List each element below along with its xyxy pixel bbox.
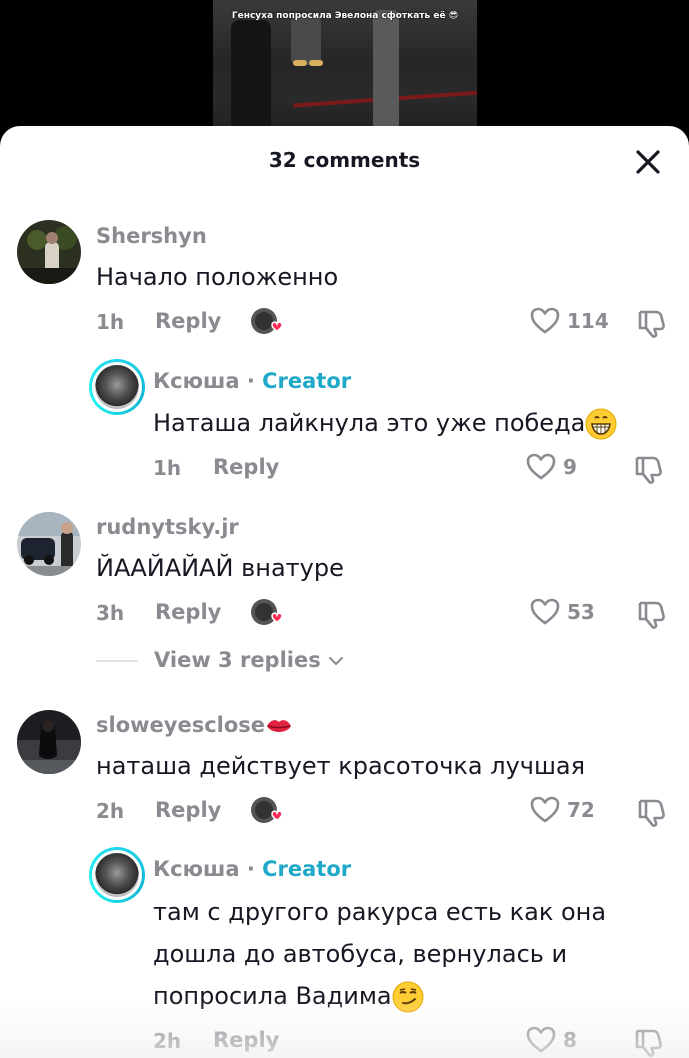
thumbs-down-icon (638, 601, 665, 629)
reply-time: 1h (153, 456, 182, 480)
comment-time: 2h (96, 799, 125, 823)
comment-username[interactable]: rudnytsky.jr (96, 515, 239, 539)
like-button[interactable]: 53 (529, 596, 609, 630)
comments-count-title: 32 comments (268, 148, 421, 172)
reply-username[interactable]: Ксюша (153, 857, 240, 881)
like-count: 9 (563, 455, 577, 479)
avatar[interactable] (17, 220, 81, 284)
divider (96, 660, 138, 662)
like-count: 114 (567, 309, 609, 333)
dislike-button[interactable] (636, 598, 668, 630)
comment-time: 1h (96, 310, 125, 334)
view-replies-label: View 3 replies (154, 648, 321, 672)
reply-time: 2h (153, 1029, 182, 1053)
avatar[interactable] (17, 512, 81, 576)
close-icon (636, 150, 660, 174)
separator: · (246, 369, 255, 393)
video-thumbnail[interactable] (213, 0, 477, 140)
like-button[interactable]: 9 (525, 451, 595, 485)
reply-text-line-3: попросила Вадима (153, 975, 424, 1017)
creator-label: Creator (262, 369, 352, 393)
separator: · (246, 857, 255, 881)
creator-liked-badge (250, 598, 286, 628)
like-button[interactable]: 72 (529, 794, 609, 828)
close-button[interactable] (632, 146, 664, 178)
dislike-button[interactable] (633, 1026, 665, 1058)
like-count: 53 (567, 600, 595, 624)
like-count: 72 (567, 798, 595, 822)
dislike-button[interactable] (636, 307, 668, 339)
reply-username-line: Ксюша · Creator (153, 857, 351, 881)
heart-outline-icon (526, 1026, 556, 1053)
thumbs-down-icon (638, 310, 665, 338)
creator-liked-badge (250, 307, 286, 337)
comment-time: 3h (96, 601, 125, 625)
reply-button[interactable]: Reply (155, 600, 221, 624)
heart-outline-icon (526, 453, 556, 480)
comment-username[interactable]: Shershyn (96, 224, 207, 248)
creator-avatar[interactable] (89, 847, 145, 903)
like-count: 8 (563, 1028, 577, 1052)
grinning-face-emoji (585, 408, 617, 440)
video-background: Генсуха попросила Эвелона сфоткать её 😎 (0, 0, 689, 140)
heart-outline-icon (530, 796, 560, 823)
reply-text-line-2: дошла до автобуса, вернулась и (153, 940, 568, 968)
reply-button[interactable]: Reply (213, 455, 279, 479)
like-button[interactable]: 8 (525, 1024, 595, 1058)
heart-outline-icon (530, 307, 560, 334)
comment-username[interactable]: sloweyesclose (96, 713, 265, 737)
reply-button[interactable]: Reply (155, 309, 221, 333)
thumbs-down-icon (635, 1029, 662, 1057)
reply-username[interactable]: Ксюша (153, 369, 240, 393)
dislike-button[interactable] (633, 453, 665, 485)
thumbs-down-icon (638, 799, 665, 827)
smirking-face-emoji (392, 981, 424, 1013)
thumbs-down-icon (635, 456, 662, 484)
reply-text: Наташа лайкнула это уже победа (153, 402, 617, 444)
creator-label: Creator (262, 857, 352, 881)
creator-liked-badge (250, 796, 286, 826)
like-button[interactable]: 114 (529, 305, 609, 339)
creator-avatar[interactable] (89, 359, 145, 415)
chevron-down-icon (329, 657, 344, 665)
heart-outline-icon (530, 598, 560, 625)
comment-text: Начало положенно (96, 263, 339, 291)
lips-emoji (267, 720, 292, 732)
reply-text-line-1: там с другого ракурса есть как она (153, 898, 607, 926)
comment-username-line: sloweyesclose (96, 713, 293, 737)
reply-button[interactable]: Reply (155, 798, 221, 822)
reply-button[interactable]: Reply (213, 1028, 279, 1052)
comments-header: 32 comments (0, 126, 689, 196)
video-caption: Генсуха попросила Эвелона сфоткать её 😎 (231, 11, 459, 21)
comments-sheet: 32 comments Shershyn Начало положенно 1h… (0, 126, 689, 1058)
dislike-button[interactable] (636, 796, 668, 828)
avatar[interactable] (17, 710, 81, 774)
comment-text: ЙААЙАЙАЙ внатуре (96, 554, 344, 582)
reply-username-line: Ксюша · Creator (153, 369, 351, 393)
comment-text: наташа действует красоточка лучшая (96, 752, 586, 780)
